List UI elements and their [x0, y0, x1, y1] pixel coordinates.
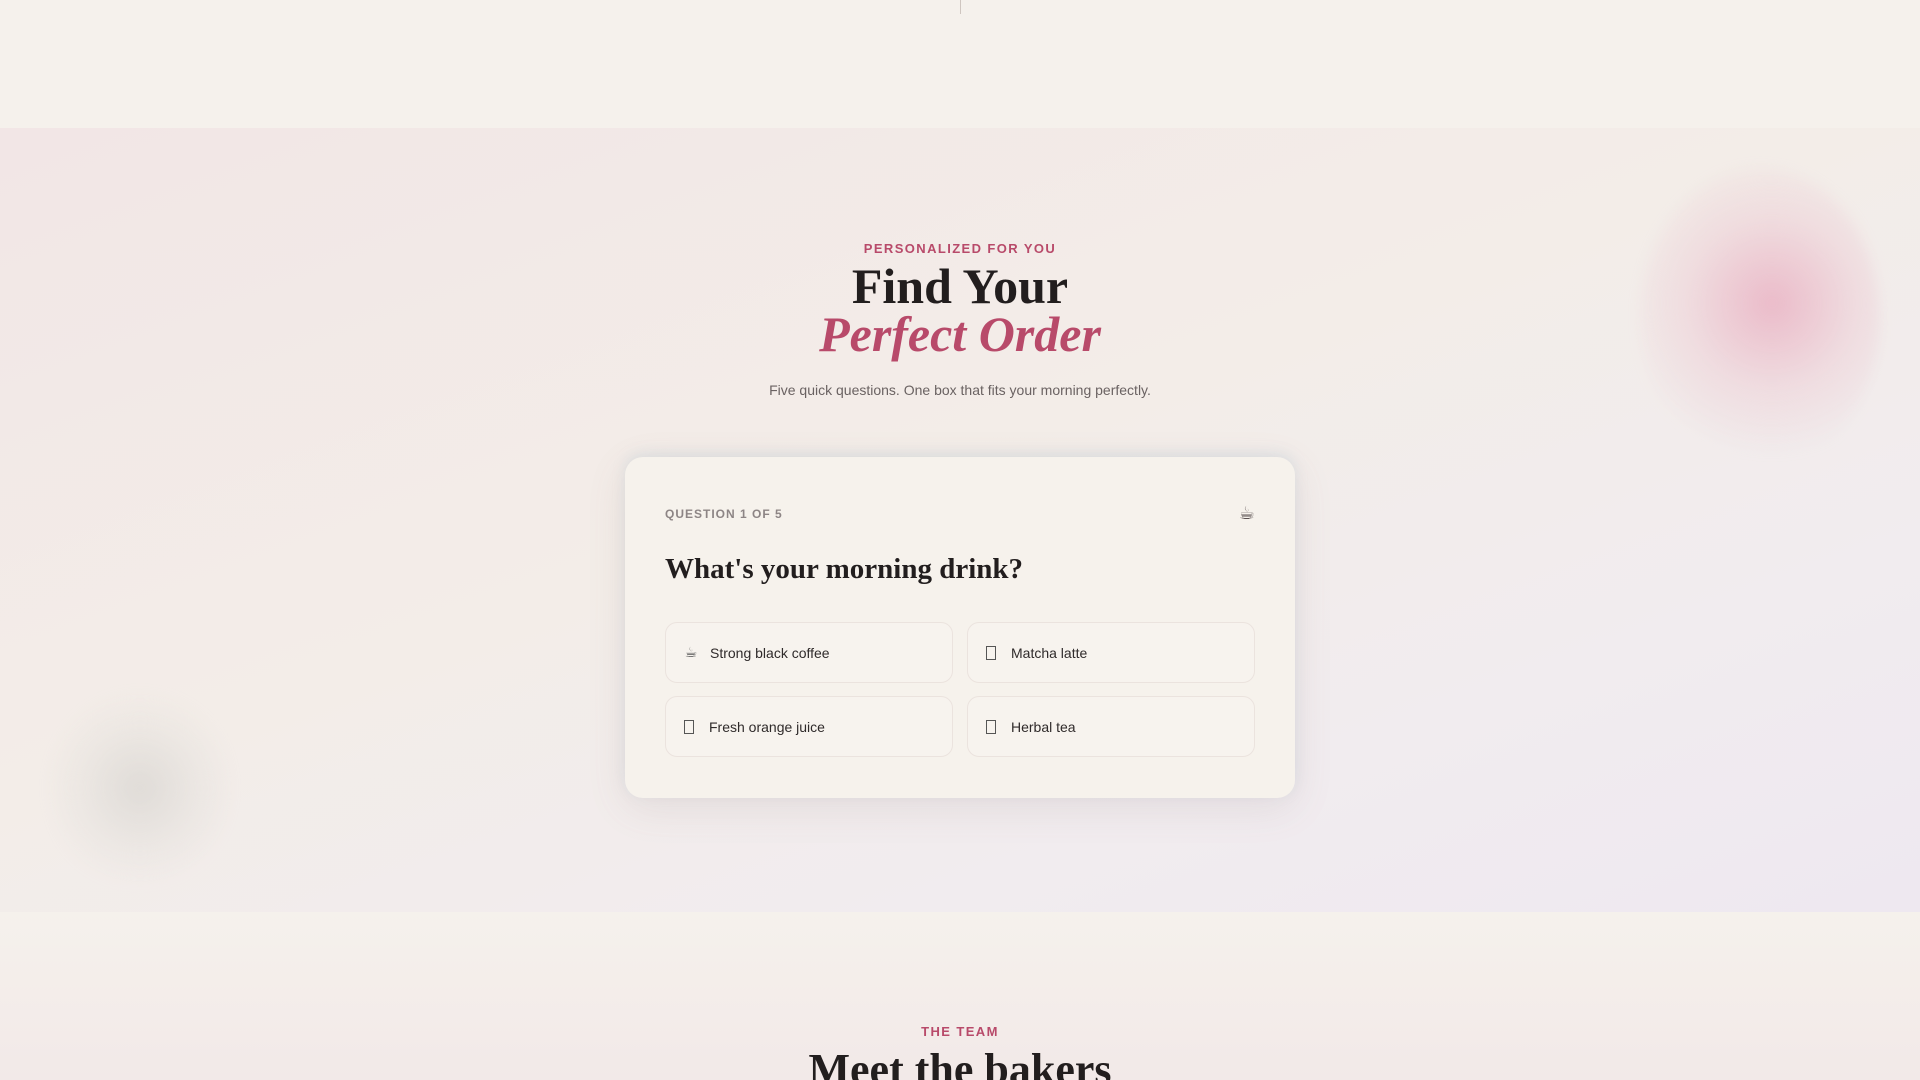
quiz-headline: Find Your Perfect Order [0, 261, 1920, 362]
team-title: Meet the bakers [808, 1045, 1112, 1080]
coffee-cup-icon: ☕ [1238, 503, 1255, 523]
missing-glyph-icon [684, 719, 694, 734]
option-label: Matcha latte [1011, 644, 1088, 661]
missing-glyph-icon [986, 645, 996, 660]
answer-options: ☕ Strong black coffee Matcha latte Fresh… [665, 622, 1255, 757]
top-divider [960, 0, 961, 14]
quiz-card: QUESTION 1 OF 5 ☕ What's your morning dr… [625, 457, 1295, 798]
option-fresh-orange-juice[interactable]: Fresh orange juice [665, 696, 953, 757]
option-label: Herbal tea [1011, 718, 1076, 735]
top-band [0, 0, 1920, 128]
option-label: Strong black coffee [710, 644, 830, 661]
quiz-subline: Five quick questions. One box that fits … [769, 382, 1151, 398]
option-matcha-latte[interactable]: Matcha latte [967, 622, 1255, 683]
quiz-eyebrow: PERSONALIZED FOR YOU [863, 241, 1057, 256]
option-strong-black-coffee[interactable]: ☕ Strong black coffee [665, 622, 953, 683]
coffee-cup-icon: ☕ [684, 644, 698, 660]
headline-line-2: Perfect Order [819, 306, 1101, 362]
question-counter: QUESTION 1 OF 5 [665, 507, 783, 521]
team-eyebrow: THE TEAM [921, 1024, 999, 1039]
missing-glyph-icon [986, 719, 996, 734]
option-label: Fresh orange juice [709, 718, 825, 735]
option-herbal-tea[interactable]: Herbal tea [967, 696, 1255, 757]
decorative-blob-grey [50, 688, 230, 888]
page: PERSONALIZED FOR YOU Find Your Perfect O… [0, 0, 1920, 1080]
question-title: What's your morning drink? [665, 553, 1024, 585]
